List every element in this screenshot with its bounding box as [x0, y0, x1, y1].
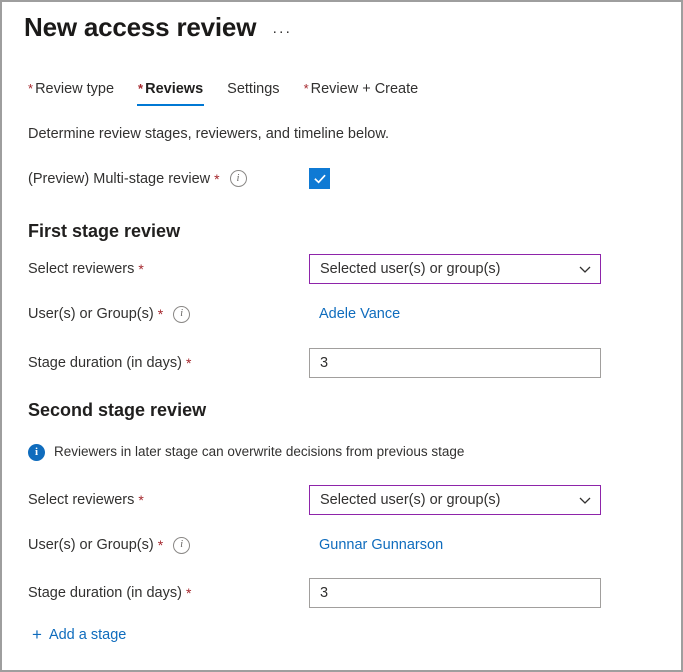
dropdown-selected-value: Selected user(s) or group(s): [320, 491, 501, 509]
required-indicator: *: [138, 259, 143, 279]
multistage-review-row: (Preview) Multi-stage review * i: [28, 168, 661, 189]
label-text: Stage duration (in days): [28, 353, 182, 373]
info-filled-icon: i: [28, 444, 45, 461]
first-stage-select-reviewers-row: Select reviewers * Selected user(s) or g…: [28, 254, 661, 284]
label-text: Stage duration (in days): [28, 583, 182, 603]
second-stage-info-note: i Reviewers in later stage can overwrite…: [28, 443, 464, 461]
blade-content: New access review ··· *Review type *Revi…: [2, 2, 681, 670]
chevron-down-icon: [578, 262, 592, 276]
tab-bar: *Review type *Reviews Settings *Review +…: [16, 78, 430, 108]
azure-portal-blade: New access review ··· *Review type *Revi…: [0, 0, 683, 672]
tab-review-type[interactable]: *Review type: [16, 78, 126, 108]
second-stage-users-groups-label: User(s) or Group(s) * i: [28, 535, 309, 555]
first-stage-select-reviewers-label: Select reviewers *: [28, 259, 309, 279]
tab-required-indicator: *: [304, 81, 309, 96]
first-stage-select-reviewers-dropdown[interactable]: Selected user(s) or group(s): [309, 254, 601, 284]
required-indicator: *: [186, 583, 191, 603]
info-note-text: Reviewers in later stage can overwrite d…: [54, 443, 464, 461]
first-stage-users-groups-row: User(s) or Group(s) * i Adele Vance: [28, 304, 661, 324]
tab-label: Review + Create: [311, 81, 419, 97]
first-stage-reviewer-link[interactable]: Adele Vance: [309, 304, 400, 324]
info-outline-icon[interactable]: i: [173, 537, 190, 554]
first-stage-duration-input[interactable]: 3: [309, 348, 601, 378]
required-indicator: *: [158, 304, 163, 324]
second-stage-reviewer-link[interactable]: Gunnar Gunnarson: [309, 535, 443, 555]
info-outline-icon[interactable]: i: [173, 306, 190, 323]
second-stage-heading: Second stage review: [28, 398, 206, 422]
label-text: (Preview) Multi-stage review: [28, 169, 210, 189]
label-text: User(s) or Group(s): [28, 304, 154, 324]
more-options-icon[interactable]: ···: [270, 23, 294, 41]
required-indicator: *: [158, 535, 163, 555]
required-indicator: *: [138, 490, 143, 510]
title-row: New access review ···: [24, 10, 294, 44]
second-stage-select-reviewers-row: Select reviewers * Selected user(s) or g…: [28, 485, 661, 515]
multistage-review-checkbox[interactable]: [309, 168, 330, 189]
tab-required-indicator: *: [28, 81, 33, 96]
first-stage-duration-label: Stage duration (in days) *: [28, 353, 309, 373]
add-stage-button[interactable]: + Add a stage: [32, 625, 126, 645]
section-description: Determine review stages, reviewers, and …: [28, 124, 389, 144]
chevron-down-icon: [578, 493, 592, 507]
second-stage-users-groups-row: User(s) or Group(s) * i Gunnar Gunnarson: [28, 535, 661, 555]
plus-icon: +: [32, 627, 42, 643]
info-outline-icon[interactable]: i: [230, 170, 247, 187]
second-stage-select-reviewers-label: Select reviewers *: [28, 490, 309, 510]
second-stage-select-reviewers-dropdown[interactable]: Selected user(s) or group(s): [309, 485, 601, 515]
page-title: New access review: [24, 10, 256, 44]
first-stage-duration-row: Stage duration (in days) * 3: [28, 348, 661, 378]
label-text: Select reviewers: [28, 259, 134, 279]
second-stage-duration-row: Stage duration (in days) * 3: [28, 578, 661, 608]
label-text: User(s) or Group(s): [28, 535, 154, 555]
second-stage-duration-input[interactable]: 3: [309, 578, 601, 608]
add-stage-label: Add a stage: [49, 625, 126, 645]
first-stage-users-groups-label: User(s) or Group(s) * i: [28, 304, 309, 324]
input-value: 3: [320, 354, 328, 372]
tab-reviews[interactable]: *Reviews: [126, 78, 215, 108]
tab-label: Settings: [227, 81, 279, 97]
input-value: 3: [320, 584, 328, 602]
tab-active-underline: [137, 104, 204, 106]
first-stage-heading: First stage review: [28, 219, 180, 243]
multistage-review-label: (Preview) Multi-stage review * i: [28, 169, 309, 189]
tab-required-indicator: *: [138, 81, 143, 96]
label-text: Select reviewers: [28, 490, 134, 510]
dropdown-selected-value: Selected user(s) or group(s): [320, 260, 501, 278]
tab-settings[interactable]: Settings: [215, 78, 291, 108]
tab-review-create[interactable]: *Review + Create: [292, 78, 431, 108]
required-indicator: *: [186, 353, 191, 373]
required-indicator: *: [214, 169, 219, 189]
second-stage-duration-label: Stage duration (in days) *: [28, 583, 309, 603]
tab-label: Reviews: [145, 81, 203, 97]
tab-label: Review type: [35, 81, 114, 97]
